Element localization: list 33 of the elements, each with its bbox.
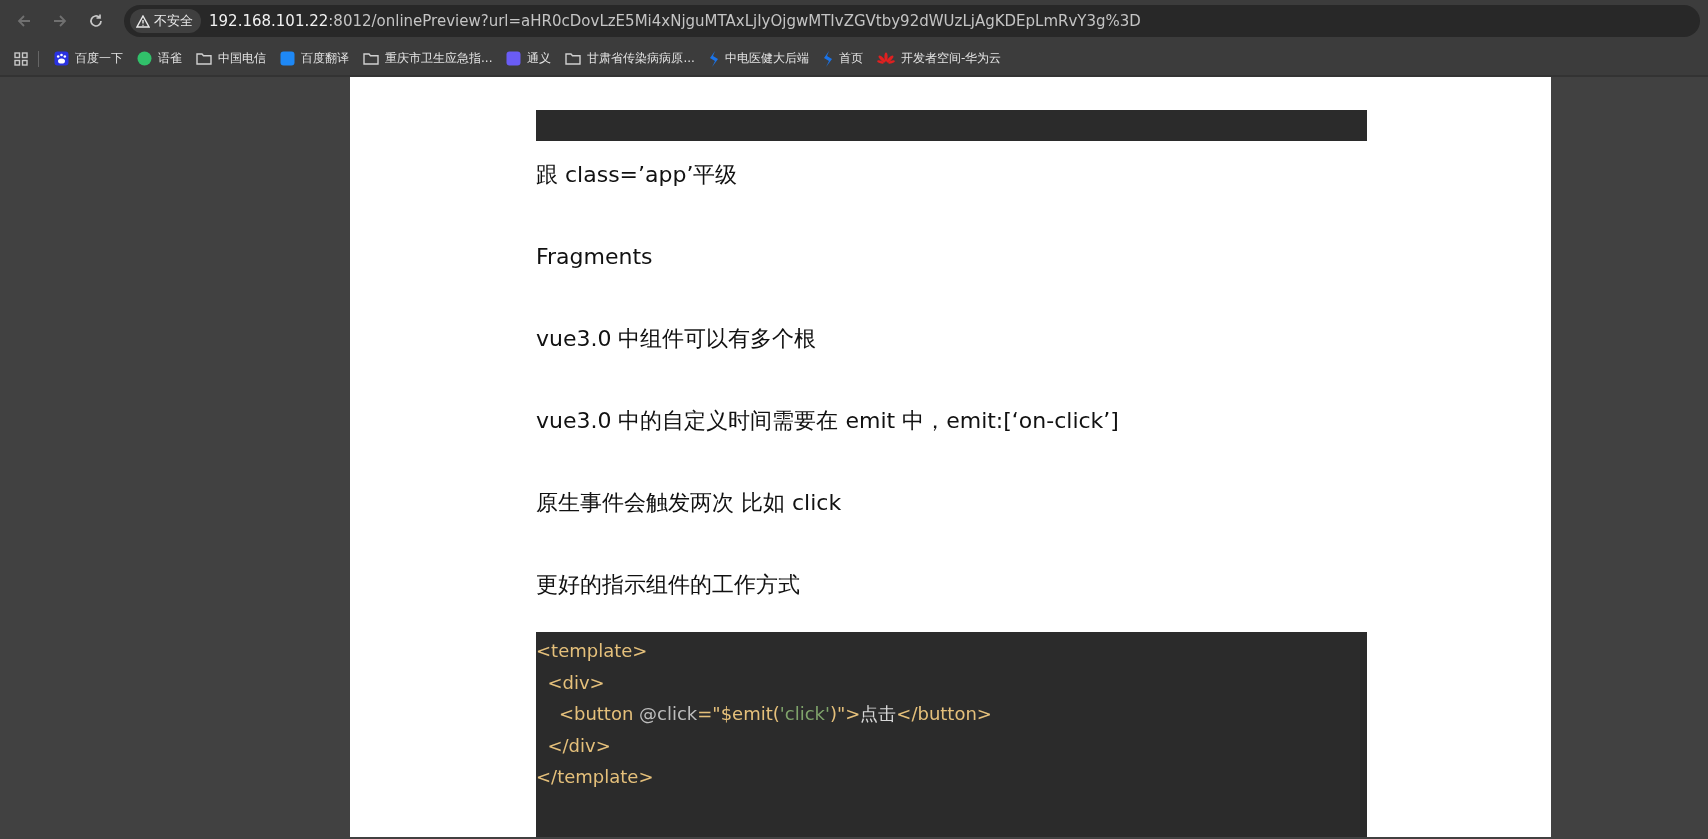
- bookmark[interactable]: 通义: [499, 45, 559, 72]
- folder-icon: [196, 52, 212, 65]
- address-bar[interactable]: 不安全 192.168.101.22:8012/onlinePreview?url=aHR0cDovLzE5Mi4xNjguMTAxLjIyOjgwMTIvZGVtby92dWUzLjAgKDEpLmRvY3g%3D: [124, 5, 1700, 37]
- code-line: </div>: [546, 734, 611, 756]
- bookmark[interactable]: 语雀: [130, 45, 189, 72]
- folder-icon: [363, 52, 379, 65]
- code-line: </template>: [536, 766, 654, 787]
- back-arrow-icon: [16, 13, 32, 29]
- bookmark[interactable]: 百度翻译: [273, 45, 356, 72]
- code-line: <template>: [536, 640, 648, 661]
- bookmark[interactable]: 重庆市卫生应急指...: [356, 45, 500, 72]
- security-chip[interactable]: 不安全: [130, 9, 201, 33]
- bookmark[interactable]: 中国电信: [189, 45, 273, 72]
- paragraph: Fragments: [536, 243, 654, 271]
- code-line: <div>: [546, 671, 605, 693]
- paragraph: vue3.0 中的自定义时间需要在 emit 中，emit:[‘on-click’]: [536, 407, 1120, 435]
- apps-button[interactable]: [14, 51, 28, 66]
- forward-arrow-icon: [52, 13, 68, 29]
- url-text: 192.168.101.22:8012/onlinePreview?url=aHR0cDovLzE5Mi4xNjguMTAxLjIyOjgwMTIvZGVtby92dWUzLjAgKDEpLmRvY3g%3D: [209, 12, 1141, 30]
- bookmark[interactable]: 开发者空间-华为云: [869, 45, 1009, 72]
- paragraph: vue3.0 中组件可以有多个根: [536, 325, 818, 353]
- warning-icon: [136, 14, 150, 28]
- reload-icon: [88, 13, 104, 29]
- bookmark[interactable]: 百度一下: [47, 45, 130, 72]
- bookmark[interactable]: 首页: [815, 45, 870, 72]
- code-line: <button @click="$emit('click')">点击</button>: [557, 703, 992, 724]
- paragraph: 跟 class=’app’平级: [536, 161, 739, 189]
- paragraph: 更好的指示组件的工作方式: [536, 571, 801, 599]
- bookmark[interactable]: 甘肃省传染病病原...: [558, 45, 702, 72]
- paragraph: 原生事件会触发两次 比如 click: [536, 489, 843, 517]
- folder-icon: [565, 52, 582, 65]
- bookmark[interactable]: 中电医健大后端: [701, 45, 816, 72]
- grid-icon: [14, 51, 28, 66]
